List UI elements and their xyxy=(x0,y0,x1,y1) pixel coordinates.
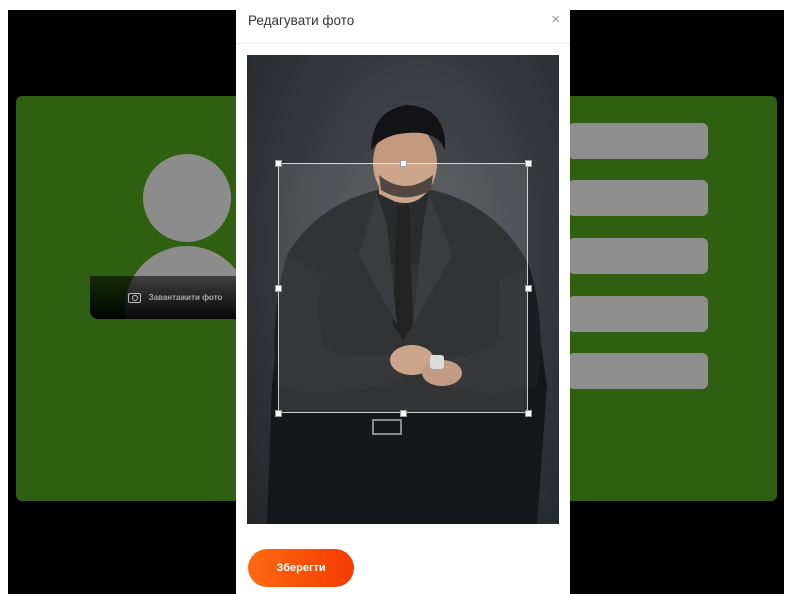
profile-field-3[interactable] xyxy=(568,238,708,274)
profile-fields-card xyxy=(558,96,777,501)
modal-title: Редагувати фото xyxy=(248,13,355,28)
modal-header: Редагувати фото × xyxy=(236,0,570,44)
crop-handle-right[interactable] xyxy=(525,285,532,292)
crop-handle-top[interactable] xyxy=(400,160,407,167)
crop-handle-bottom-left[interactable] xyxy=(275,410,282,417)
crop-selection[interactable] xyxy=(275,160,532,417)
profile-field-1[interactable] xyxy=(568,123,708,159)
crop-handle-bottom[interactable] xyxy=(400,410,407,417)
crop-handle-top-left[interactable] xyxy=(275,160,282,167)
crop-handle-top-right[interactable] xyxy=(525,160,532,167)
upload-photo-button[interactable]: Завантажити фото xyxy=(90,276,260,319)
crop-handle-bottom-right[interactable] xyxy=(525,410,532,417)
photo-preview xyxy=(247,55,559,524)
profile-field-5[interactable] xyxy=(568,353,708,389)
avatar-head xyxy=(143,154,231,242)
edit-photo-modal: Редагувати фото × Зберегти xyxy=(236,0,570,594)
avatar-placeholder: Завантажити фото xyxy=(90,136,260,319)
crop-handle-left[interactable] xyxy=(275,285,282,292)
camera-icon xyxy=(127,292,141,303)
profile-field-4[interactable] xyxy=(568,296,708,332)
close-icon[interactable]: × xyxy=(551,12,560,27)
upload-photo-label: Завантажити фото xyxy=(148,293,223,302)
profile-photo-card: Завантажити фото xyxy=(16,96,260,501)
profile-field-2[interactable] xyxy=(568,180,708,216)
save-button[interactable]: Зберегти xyxy=(248,549,354,587)
